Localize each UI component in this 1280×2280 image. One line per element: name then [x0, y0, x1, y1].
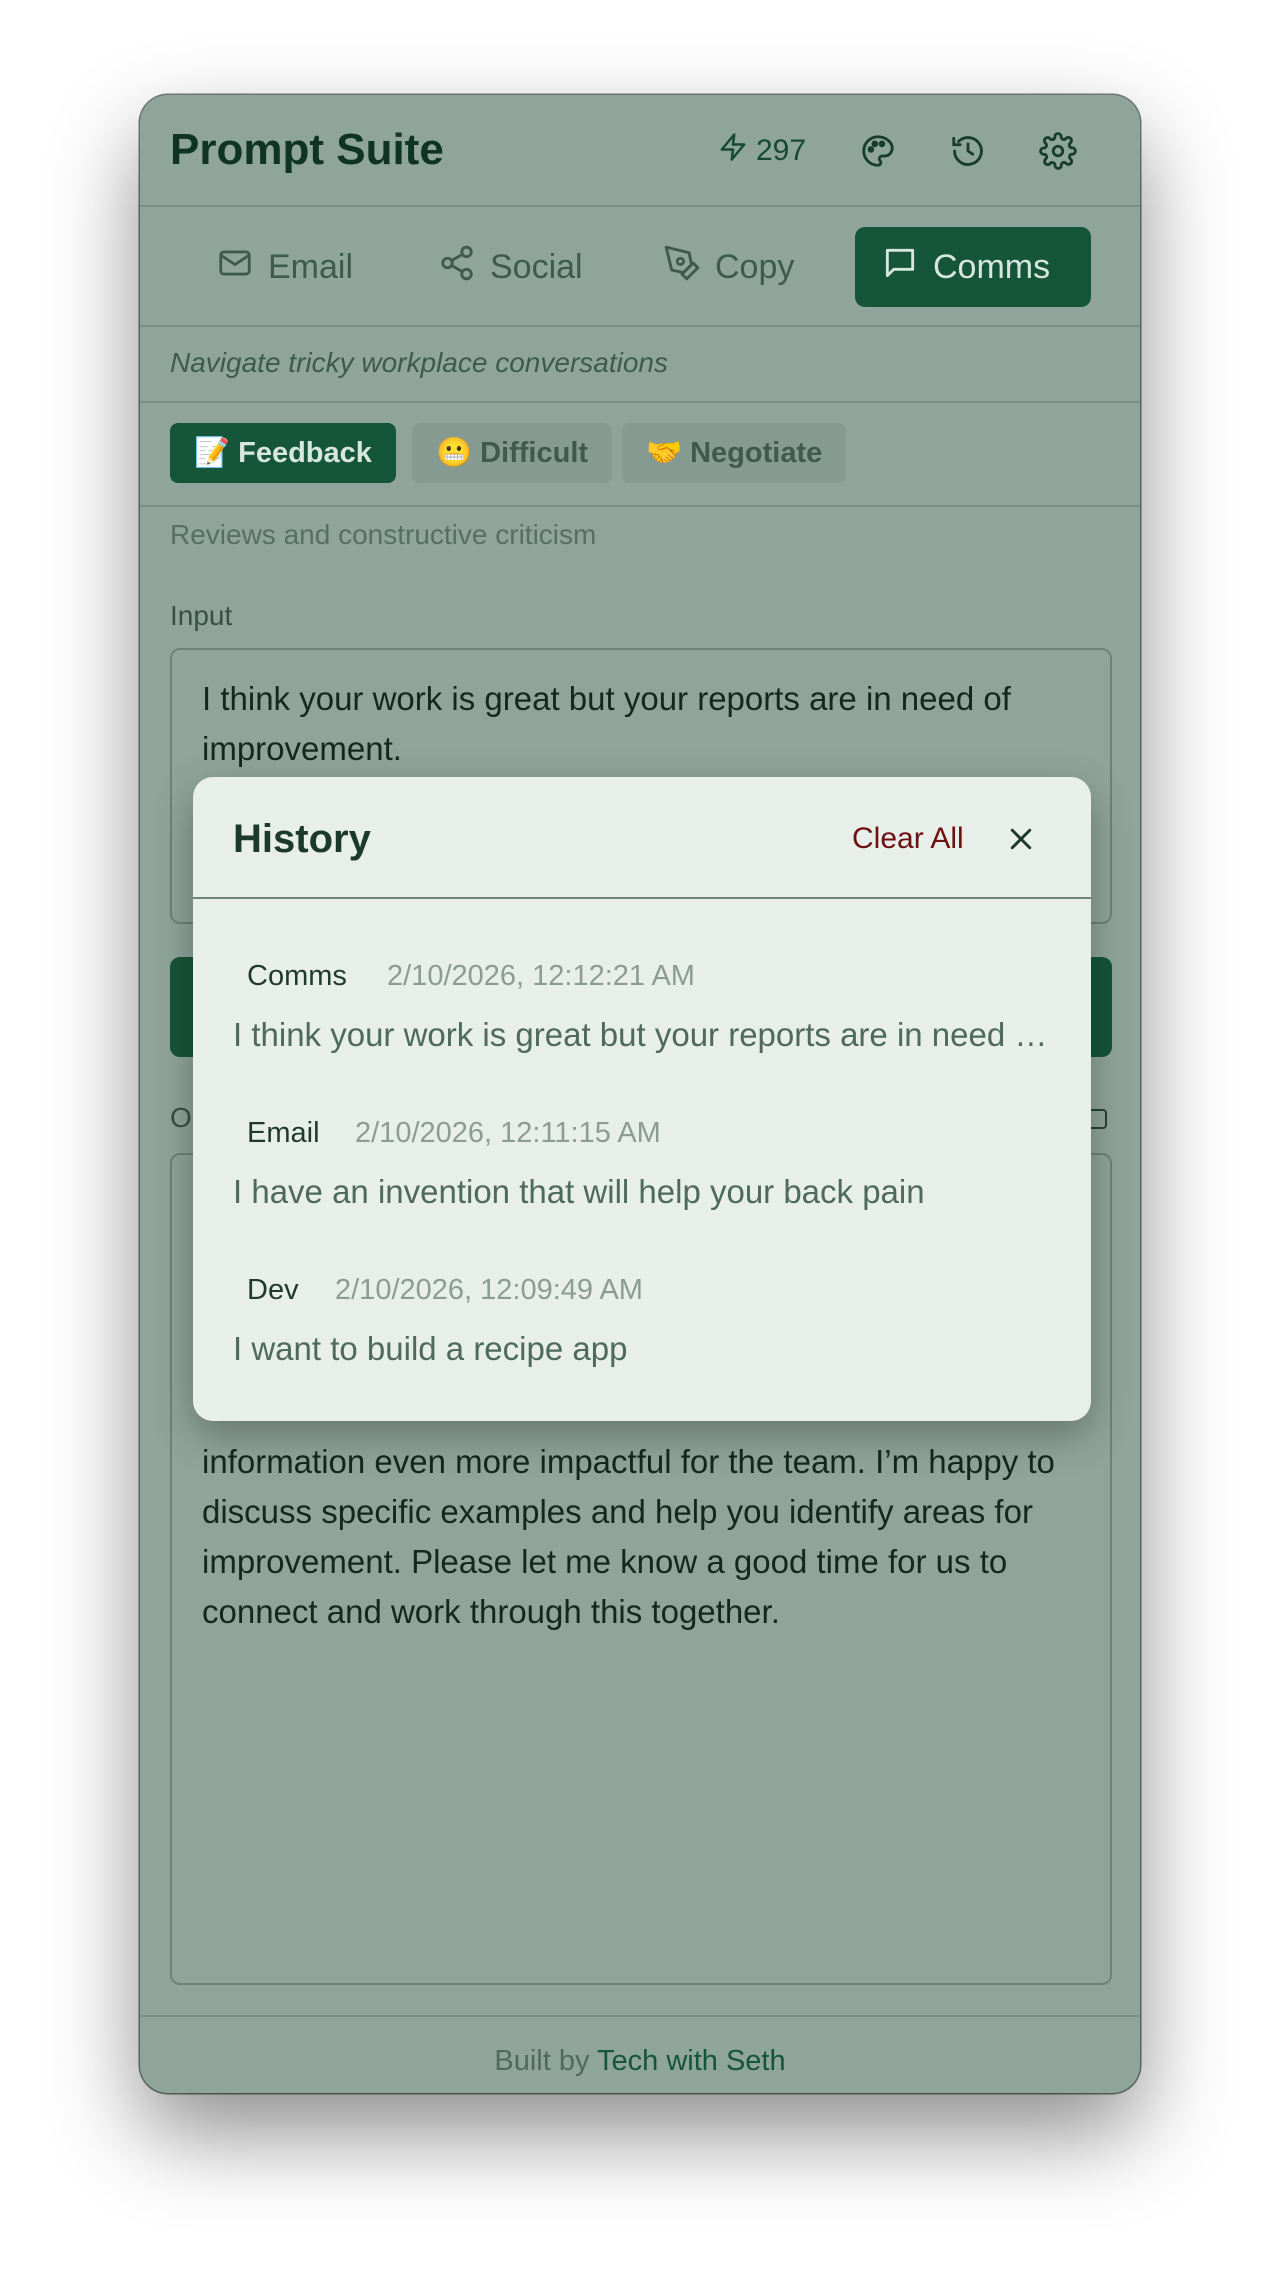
chat-icon	[881, 244, 919, 291]
tab-comms-label: Comms	[933, 247, 1051, 286]
section-tagline: Navigate tricky workplace conversations	[170, 347, 668, 378]
subtab-feedback[interactable]: 📝 Feedback	[170, 423, 396, 483]
modal-title: History	[233, 817, 371, 861]
history-item-timestamp: 2/10/2026, 12:12:21 AM	[387, 960, 695, 992]
subtab-negotiate[interactable]: 🤝 Negotiate	[622, 423, 847, 483]
history-item-category: Dev	[247, 1274, 299, 1306]
tab-copy[interactable]: Copy	[637, 227, 820, 307]
output-label: O	[170, 1102, 192, 1133]
history-modal: History Clear All Comms 2/10/2026, 12:12…	[193, 777, 1091, 1421]
history-item-category: Comms	[247, 960, 347, 992]
credits-counter: 297	[718, 129, 806, 173]
tab-copy-label: Copy	[715, 247, 795, 286]
history-item[interactable]: Email 2/10/2026, 12:11:15 AM I have an i…	[233, 1117, 1053, 1257]
mail-icon	[216, 244, 254, 291]
pen-icon	[663, 244, 701, 291]
subtab-negotiate-label: Negotiate	[690, 436, 823, 469]
tab-email[interactable]: Email	[190, 227, 379, 307]
memo-icon: 📝	[194, 437, 231, 469]
history-item-text: I have an invention that will help your …	[233, 1173, 925, 1210]
footer: Built by Tech with Seth	[140, 2045, 1140, 2078]
palette-icon[interactable]	[856, 129, 900, 173]
share-icon	[438, 244, 476, 291]
input-value: I think your work is great but your repo…	[202, 680, 1011, 767]
app-title: Prompt Suite	[170, 125, 444, 174]
clear-all-button[interactable]: Clear All	[852, 822, 964, 856]
close-icon[interactable]	[1001, 819, 1041, 859]
grimace-icon: 😬	[436, 437, 473, 469]
subtab-difficult-label: Difficult	[480, 436, 589, 469]
divider	[140, 505, 1140, 507]
footer-link[interactable]: Tech with Seth	[597, 2045, 786, 2077]
lightning-icon	[718, 130, 748, 172]
divider	[140, 401, 1140, 403]
tab-email-label: Email	[268, 247, 354, 286]
subtab-description: Reviews and constructive criticism	[170, 519, 597, 550]
subtab-feedback-label: Feedback	[238, 436, 372, 469]
subtab-difficult[interactable]: 😬 Difficult	[412, 423, 613, 483]
history-item-timestamp: 2/10/2026, 12:09:49 AM	[335, 1274, 643, 1306]
tab-social-label: Social	[490, 247, 583, 286]
divider	[140, 2015, 1140, 2017]
history-icon[interactable]	[946, 129, 990, 173]
history-item-text: I think your work is great but your repo…	[233, 1016, 1053, 1053]
input-label: Input	[170, 600, 233, 631]
output-text: information even more impactful for the …	[202, 1443, 1055, 1630]
gear-icon[interactable]	[1036, 129, 1080, 173]
credits-value: 297	[756, 134, 807, 167]
history-item-category: Email	[247, 1117, 320, 1149]
tab-comms[interactable]: Comms	[855, 227, 1091, 307]
handshake-icon: 🤝	[646, 437, 683, 469]
history-item[interactable]: Comms 2/10/2026, 12:12:21 AM I think you…	[233, 960, 1053, 1100]
app-window: Prompt Suite 297 Email Social Copy Comms…	[140, 95, 1140, 2093]
footer-prefix: Built by	[494, 2045, 590, 2077]
history-item-text: I want to build a recipe app	[233, 1330, 628, 1367]
history-item-timestamp: 2/10/2026, 12:11:15 AM	[355, 1117, 661, 1149]
history-item[interactable]: Dev 2/10/2026, 12:09:49 AM I want to bui…	[233, 1274, 1053, 1414]
tab-social[interactable]: Social	[412, 227, 609, 307]
